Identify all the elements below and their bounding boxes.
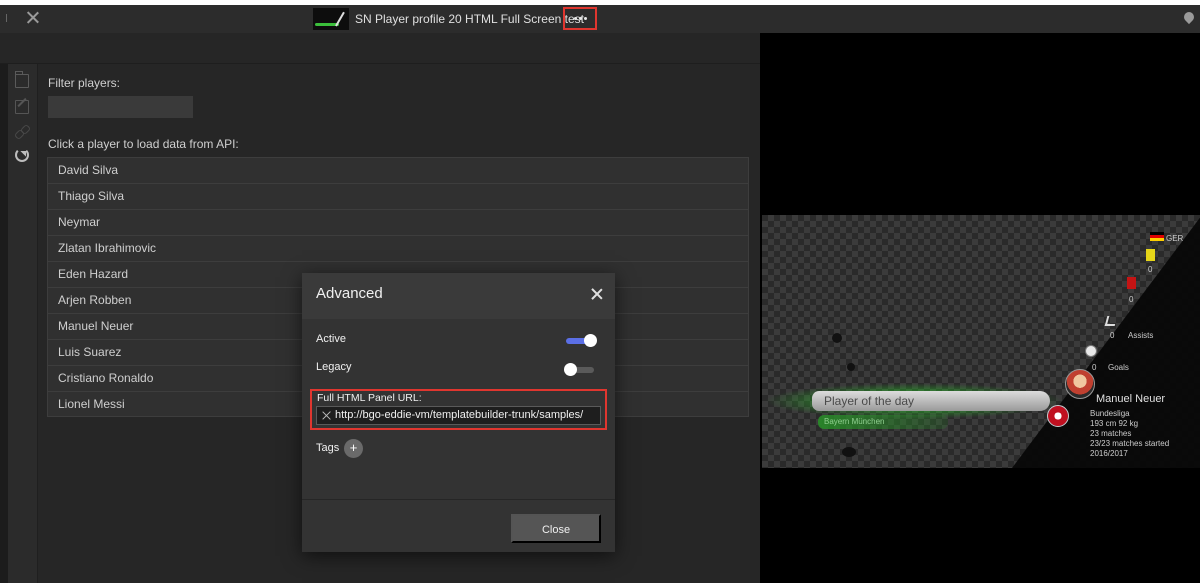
drag-handle-icon[interactable] [6, 14, 10, 22]
decor-dot [847, 363, 855, 371]
filter-input[interactable] [48, 96, 193, 118]
filter-label: Filter players: [48, 76, 121, 90]
goals-label: Goals [1108, 363, 1129, 372]
assists-label: Assists [1128, 331, 1154, 340]
matches: 23 matches [1090, 429, 1132, 438]
graphic-preview: Player of the day Bayern München GER 0 0… [762, 215, 1200, 468]
advanced-dialog: Advanced Active Legacy Full HTML Panel U… [302, 273, 615, 552]
dialog-divider [302, 499, 615, 500]
panel-edge [0, 64, 8, 583]
dialog-header: Advanced [302, 273, 615, 319]
template-title: SN Player profile 20 HTML Full Screen te… [355, 12, 584, 26]
germany-flag-icon [1150, 232, 1164, 241]
boot-icon [1104, 316, 1118, 326]
url-highlight: Full HTML Panel URL: http://bgo-eddie-vm… [310, 389, 607, 430]
clear-icon[interactable] [321, 410, 332, 421]
edit-icon[interactable] [15, 100, 29, 114]
nationality: GER [1166, 234, 1184, 243]
decor-dot [832, 333, 842, 343]
active-label: Active [316, 333, 346, 345]
player-row[interactable]: Zlatan Ibrahimovic [47, 235, 749, 261]
template-thumbnail [313, 8, 349, 30]
pin-icon[interactable] [1181, 9, 1197, 25]
player-row[interactable]: Thiago Silva [47, 183, 749, 209]
panel-header [0, 33, 760, 64]
close-icon[interactable] [24, 9, 42, 27]
football-icon [1085, 345, 1097, 357]
height-weight: 193 cm 92 kg [1090, 419, 1139, 428]
close-icon[interactable] [590, 287, 604, 301]
player-row[interactable]: Neymar [47, 209, 749, 235]
url-input[interactable]: http://bgo-eddie-vm/templatebuilder-trun… [316, 406, 601, 425]
link-icon[interactable] [15, 125, 29, 139]
player-name: Manuel Neuer [1096, 393, 1166, 405]
season: 2016/2017 [1090, 449, 1128, 458]
matches-started: 23/23 matches started [1090, 439, 1170, 448]
legacy-toggle[interactable] [564, 363, 598, 377]
red-card-icon [1127, 277, 1136, 289]
add-icon[interactable]: + [344, 439, 363, 458]
yellow-count: 0 [1148, 265, 1153, 274]
url-value[interactable]: http://bgo-eddie-vm/templatebuilder-trun… [335, 409, 583, 421]
player-row[interactable]: David Silva [47, 157, 749, 183]
list-instruction: Click a player to load data from API: [48, 137, 239, 151]
red-count: 0 [1129, 295, 1134, 304]
player-avatar [1065, 369, 1095, 399]
active-toggle[interactable] [564, 334, 598, 348]
more-options-button[interactable] [563, 7, 597, 30]
potd-team: Bayern München [818, 415, 948, 429]
league: Bundesliga [1090, 409, 1130, 418]
url-label: Full HTML Panel URL: [317, 392, 422, 404]
club-crest-icon [1047, 405, 1069, 427]
tags-label: Tags [316, 442, 340, 454]
legacy-label: Legacy [316, 361, 352, 373]
dialog-title: Advanced [316, 285, 383, 302]
potd-banner: Player of the day [812, 391, 1050, 411]
side-toolbar [8, 64, 38, 583]
decor-dot [842, 447, 856, 457]
title-bar: SN Player profile 20 HTML Full Screen te… [0, 5, 1200, 33]
goals-value: 0 [1092, 363, 1097, 372]
preview-panel: Player of the day Bayern München GER 0 0… [760, 33, 1200, 583]
app-window: SN Player profile 20 HTML Full Screen te… [0, 0, 1200, 583]
assists-value: 0 [1110, 331, 1115, 340]
folder-icon[interactable] [15, 71, 29, 88]
refresh-icon[interactable] [15, 148, 29, 162]
yellow-card-icon [1146, 249, 1155, 261]
close-button[interactable]: Close [511, 514, 601, 543]
